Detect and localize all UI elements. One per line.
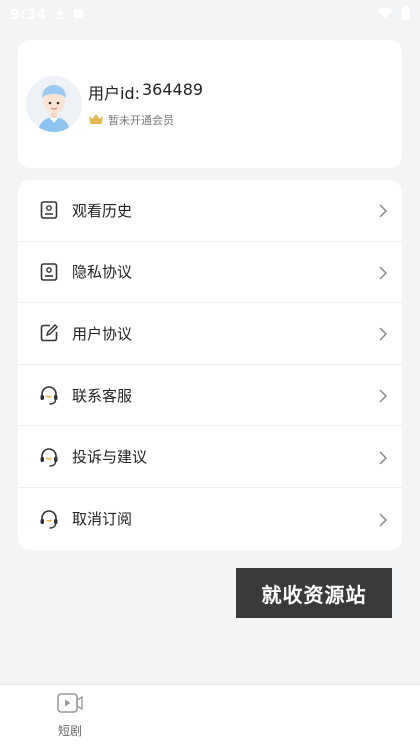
user-id-row: 用户id: 364489 (88, 80, 203, 104)
video-icon (56, 691, 84, 718)
headset-icon (38, 508, 60, 530)
profile-card: 用户id: 364489 暂未开通会员 (18, 40, 402, 168)
menu-item-label: 用户协议 (72, 324, 133, 343)
tabbar-obscured-area (186, 690, 396, 746)
edit-document-icon (38, 322, 60, 344)
menu-item-label: 观看历史 (72, 201, 133, 220)
vip-status-text: 暂未开通会员 (108, 114, 174, 127)
menu-item-privacy-policy[interactable]: 隐私协议 (18, 242, 402, 304)
status-bar: 9:34 (0, 0, 420, 30)
profile-text: 用户id: 364489 暂未开通会员 (88, 80, 203, 128)
user-id-value: 364489 (142, 80, 204, 99)
menu-item-label: 隐私协议 (72, 263, 133, 282)
wifi-icon (377, 7, 393, 23)
menu-item-label: 取消订阅 (72, 510, 133, 529)
download-icon (55, 7, 65, 23)
menu-item-contact-support[interactable]: 联系客服 (18, 365, 402, 427)
chevron-right-icon (378, 450, 388, 465)
tab-short-drama[interactable]: 短剧 (30, 691, 110, 743)
menu-item-user-agreement[interactable]: 用户协议 (18, 303, 402, 365)
headset-icon (38, 446, 60, 468)
document-icon (38, 261, 60, 283)
crown-icon (88, 113, 108, 128)
chevron-right-icon (378, 512, 388, 527)
menu-item-cancel-subscription[interactable]: 取消订阅 (18, 488, 402, 550)
chevron-right-icon (378, 203, 388, 218)
chevron-right-icon (378, 388, 388, 403)
chevron-right-icon (378, 326, 388, 342)
notification-icon (73, 7, 84, 23)
watermark: 就收资源站 (236, 568, 392, 618)
tab-label: 短剧 (57, 724, 82, 738)
battery-icon (401, 6, 410, 24)
status-left: 9:34 (10, 7, 84, 23)
menu-item-label: 联系客服 (72, 386, 133, 405)
menu-item-watch-history[interactable]: 观看历史 (18, 180, 402, 242)
menu-list: 观看历史 隐私协议 用户协议 联系客服 投诉与建议 取消订阅 (18, 180, 402, 550)
headset-icon (38, 384, 60, 406)
chevron-right-icon (378, 265, 388, 280)
avatar-icon[interactable] (26, 76, 82, 132)
user-id-label: 用户id: (88, 84, 140, 103)
vip-status-row: 暂未开通会员 (88, 112, 203, 128)
status-time: 9:34 (10, 7, 47, 23)
menu-item-label: 投诉与建议 (72, 448, 148, 467)
status-right (377, 6, 410, 24)
history-icon (38, 199, 60, 221)
menu-item-feedback[interactable]: 投诉与建议 (18, 426, 402, 488)
